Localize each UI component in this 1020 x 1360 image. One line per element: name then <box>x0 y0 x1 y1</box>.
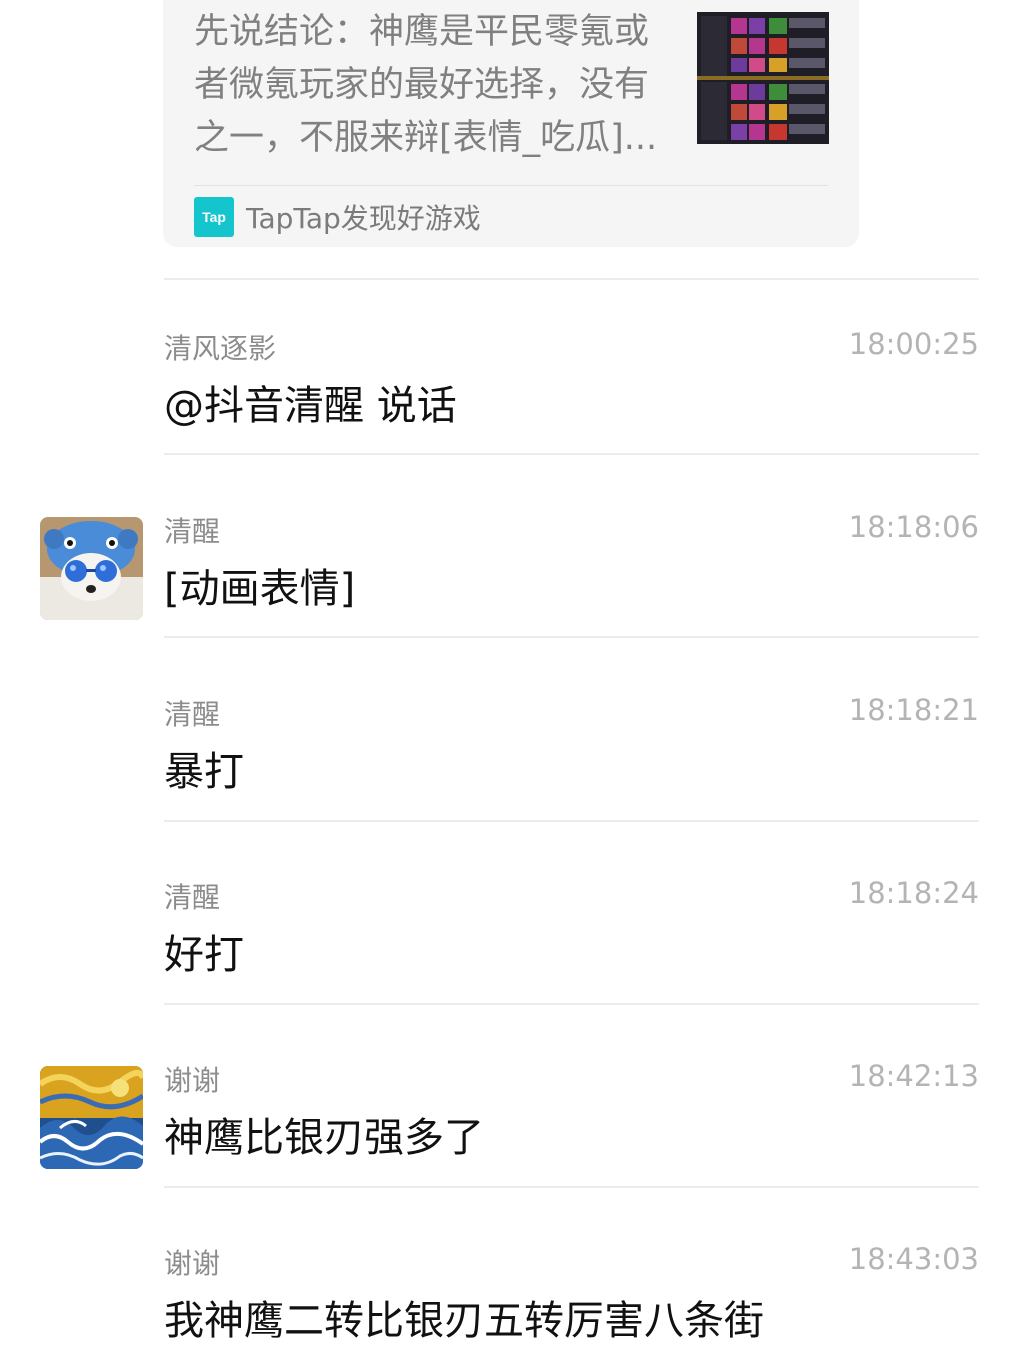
message-text[interactable]: 神鹰比银刃强多了 <box>164 1105 484 1163</box>
starry-wave-painting-avatar[interactable] <box>40 1066 143 1169</box>
card-source: Tap TapTap发现好游戏 <box>194 195 481 239</box>
message-time: 18:42:13 <box>848 1059 979 1093</box>
message-sender[interactable]: 清醒 <box>164 876 220 916</box>
message-time: 18:18:06 <box>848 510 979 544</box>
message-text[interactable]: 我神鹰二转比银刃五转厉害八条街 <box>164 1288 764 1346</box>
message-time: 18:00:25 <box>848 327 979 361</box>
chat-message[interactable]: 清风逐影 18:00:25 @抖音清醒 说话 <box>0 285 1020 468</box>
card-source-name: TapTap发现好游戏 <box>246 202 481 235</box>
message-text[interactable]: @抖音清醒 说话 <box>164 373 457 431</box>
chat-message[interactable]: 谢谢 18:42:13 神鹰比银刃强多了 <box>0 1017 1020 1200</box>
message-divider <box>164 1186 979 1188</box>
message-sender[interactable]: 清风逐影 <box>164 327 276 367</box>
chat-message[interactable]: 清醒 18:18:21 暴打 <box>0 651 1020 834</box>
chat-message[interactable]: 清醒 18:18:24 好打 <box>0 834 1020 1017</box>
message-divider <box>164 1003 979 1005</box>
blue-hat-dog-avatar[interactable] <box>40 517 143 620</box>
message-sender[interactable]: 谢谢 <box>164 1242 220 1282</box>
card-divider <box>194 185 828 186</box>
message-text[interactable]: 暴打 <box>164 739 244 797</box>
shared-link-card[interactable]: 先说结论：神鹰是平民零氪或者微氪玩家的最好选择，没有之一，不服来辩[表情_吃瓜]… <box>163 0 859 247</box>
message-divider <box>164 278 979 280</box>
shared-card-text: 先说结论：神鹰是平民零氪或者微氪玩家的最好选择，没有之一，不服来辩[表情_吃瓜]… <box>194 12 658 158</box>
shared-card-thumbnail <box>697 12 829 144</box>
message-divider <box>164 453 979 455</box>
message-text[interactable]: [动画表情] <box>164 556 355 614</box>
message-time: 18:43:03 <box>848 1242 979 1276</box>
message-sender[interactable]: 清醒 <box>164 693 220 733</box>
message-time: 18:18:21 <box>848 693 979 727</box>
message-divider <box>164 636 979 638</box>
message-divider <box>164 820 979 822</box>
message-time: 18:18:24 <box>848 876 979 910</box>
chat-message[interactable]: 谢谢 18:43:03 我神鹰二转比银刃五转厉害八条街 <box>0 1200 1020 1360</box>
message-text[interactable]: 好打 <box>164 922 244 980</box>
chat-message[interactable]: 清醒 18:18:06 [动画表情] <box>0 468 1020 651</box>
message-sender[interactable]: 清醒 <box>164 510 220 550</box>
taptap-logo-icon: Tap <box>194 197 234 237</box>
message-sender[interactable]: 谢谢 <box>164 1059 220 1099</box>
